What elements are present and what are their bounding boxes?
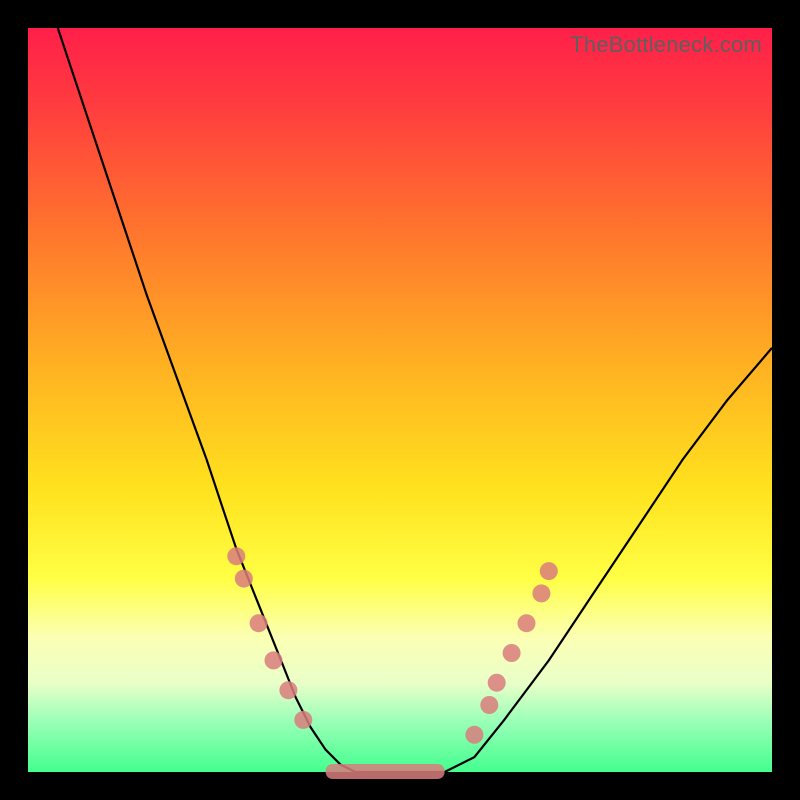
curve-marker bbox=[235, 570, 253, 588]
curve-marker bbox=[488, 674, 506, 692]
curve-marker bbox=[532, 584, 550, 602]
markers-left bbox=[227, 547, 312, 729]
curve-marker bbox=[250, 614, 268, 632]
curve-marker bbox=[294, 711, 312, 729]
flat-bottom-bar bbox=[326, 764, 445, 779]
curve-marker bbox=[265, 651, 283, 669]
curve-marker bbox=[279, 681, 297, 699]
bottleneck-curve bbox=[58, 28, 772, 772]
chart-frame: TheBottleneck.com bbox=[0, 0, 800, 800]
markers-right bbox=[465, 562, 557, 744]
plot-area: TheBottleneck.com bbox=[28, 28, 772, 772]
curve-marker bbox=[480, 696, 498, 714]
curve-marker bbox=[227, 547, 245, 565]
curve-marker bbox=[465, 726, 483, 744]
curve-marker bbox=[540, 562, 558, 580]
curve-marker bbox=[518, 614, 536, 632]
curve-layer bbox=[28, 28, 772, 772]
curve-marker bbox=[503, 644, 521, 662]
